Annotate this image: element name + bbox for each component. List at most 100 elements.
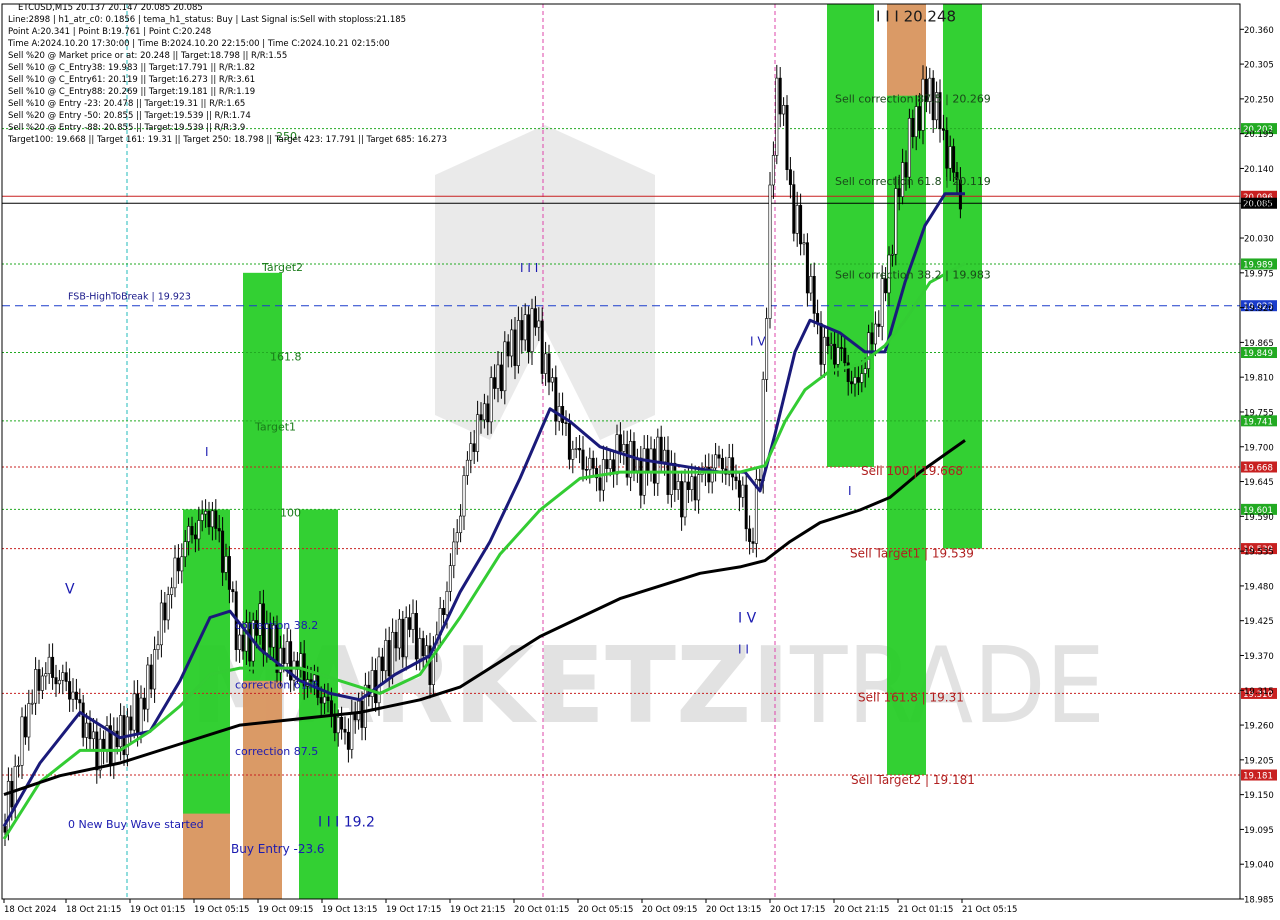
y-tick-label: 20.085 [1244, 200, 1274, 210]
y-tick-label: 19.480 [1244, 582, 1274, 592]
y-tick-label: 20.250 [1244, 95, 1274, 105]
candle-body [282, 647, 286, 664]
y-tick-label: 19.370 [1244, 652, 1274, 662]
candle-body [166, 594, 170, 621]
candle-body [363, 684, 367, 728]
candle-body [149, 664, 153, 690]
candle-body [547, 353, 551, 383]
candle-body [64, 672, 68, 682]
chart-annotation: I V [738, 611, 757, 627]
y-tick-label: 19.755 [1244, 408, 1274, 418]
candle-body [540, 320, 544, 374]
chart-annotation: I [205, 445, 209, 459]
level-label: 19.741 [1243, 417, 1273, 427]
candle-body [81, 702, 85, 738]
candle-body [333, 713, 337, 734]
candle-body [207, 511, 211, 528]
candle-body [520, 320, 524, 341]
y-tick-label: 19.810 [1244, 374, 1274, 384]
candle-body [792, 184, 796, 234]
watermark-logo [435, 125, 655, 440]
x-tick-label: 20 Oct 21:15 [834, 905, 889, 915]
info-line: Sell %20 @ Entry -50: 20.855 || Target:1… [8, 111, 251, 121]
candle-body [183, 541, 187, 558]
candle-body [421, 638, 425, 656]
x-tick-label: 20 Oct 05:15 [578, 905, 633, 915]
candle-body [897, 188, 901, 197]
candle-body [836, 347, 840, 365]
candle-body [142, 697, 146, 710]
candle-body [717, 454, 721, 459]
candle-body [952, 146, 956, 173]
candle-body [40, 675, 44, 691]
candle-body [693, 476, 697, 501]
candle-body [340, 716, 344, 730]
y-tick-label: 19.040 [1244, 861, 1274, 871]
info-line: Sell %20 @ Entry -88: 20.855 || Target:1… [8, 123, 246, 133]
candle-body [197, 520, 201, 540]
candle-body [448, 565, 452, 592]
level-label: 19.849 [1243, 349, 1273, 359]
candle-body [78, 699, 82, 704]
candle-body [217, 528, 221, 532]
candle-body [469, 443, 473, 461]
y-tick-label: 20.360 [1244, 26, 1274, 36]
candle-body [496, 364, 500, 389]
candle-body [948, 146, 952, 169]
candle-body [680, 481, 684, 518]
candle-body [805, 242, 809, 294]
candle-body [697, 474, 701, 501]
chart-annotation: Sell 161.8 | 19.31 [858, 691, 964, 705]
candle-body [360, 700, 364, 728]
candle-body [326, 696, 330, 701]
candle-body [581, 449, 585, 470]
candle-body [159, 602, 163, 646]
candle-body [571, 448, 575, 460]
candle-body [115, 730, 119, 748]
candle-body [860, 373, 864, 383]
candle-body [380, 656, 384, 672]
candle-body [200, 513, 204, 521]
candle-body [748, 528, 752, 542]
time-axis: 18 Oct 2024 18 Oct 21:15 19 Oct 01:15 19 Oc… [3, 899, 1017, 915]
candle-body [622, 444, 626, 452]
candle-body [567, 423, 571, 460]
candle-body [425, 645, 429, 656]
candle-body [863, 368, 867, 374]
zone-box [827, 4, 874, 467]
chart-annotation: correction 87.5 [235, 745, 318, 758]
candle-body [720, 457, 724, 470]
candle-body [3, 825, 7, 833]
candle-body [88, 722, 92, 740]
chart-annotation: Buy Entry -23.6 [231, 842, 325, 856]
candle-body [476, 414, 480, 452]
candle-body [343, 728, 347, 733]
candle-body [673, 462, 677, 490]
candle-body [544, 353, 548, 374]
candle-body [462, 475, 466, 517]
chart-annotation: Sell Target2 | 19.181 [851, 773, 975, 787]
y-tick-label: 20.195 [1244, 130, 1274, 140]
candle-body [74, 691, 78, 700]
candle-body [829, 343, 833, 346]
candle-body [221, 530, 225, 573]
chart-annotation: Sell correction 87.5 | 20.269 [835, 93, 991, 106]
candle-body [401, 618, 405, 658]
candle-body [656, 436, 660, 484]
candle-body [387, 640, 391, 677]
candle-body [156, 644, 160, 650]
candle-body [918, 106, 922, 131]
candle-body [523, 314, 527, 341]
candle-body [853, 377, 857, 385]
y-tick-label: 19.975 [1244, 269, 1274, 279]
candle-body [486, 403, 490, 423]
candle-body [877, 323, 881, 327]
candle-body [676, 481, 680, 490]
candle-body [516, 320, 520, 366]
candle-body [856, 377, 860, 383]
level-label: 19.181 [1243, 772, 1273, 782]
candle-body [506, 341, 510, 357]
candle-body [98, 738, 102, 771]
candle-body [13, 766, 17, 808]
candle-body [346, 731, 350, 750]
